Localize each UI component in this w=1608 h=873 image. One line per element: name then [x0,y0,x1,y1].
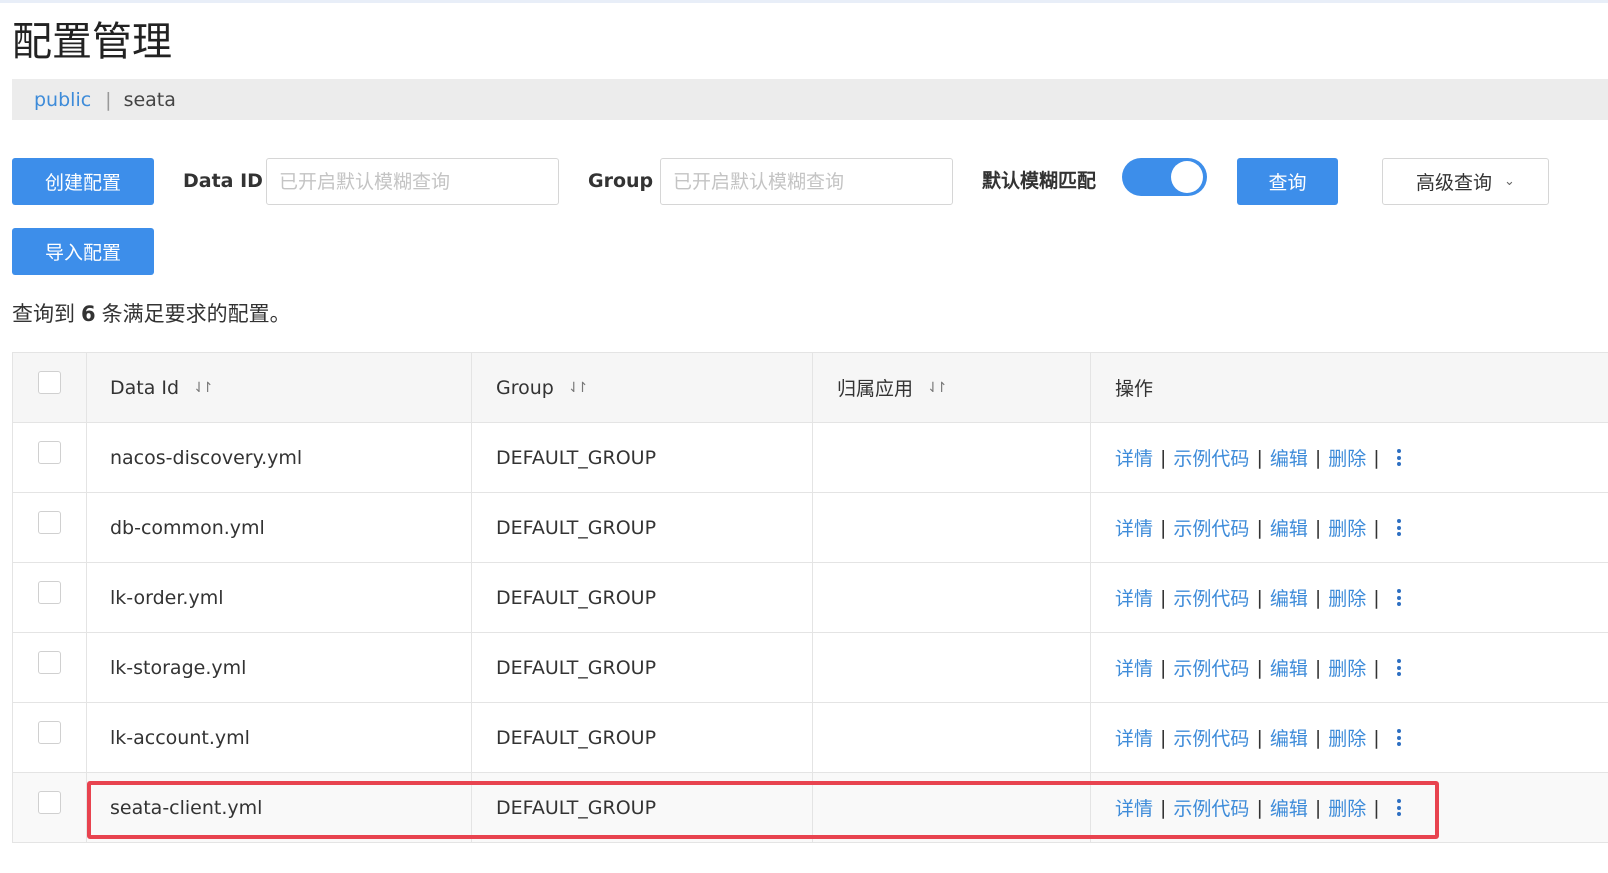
cell-app [813,563,1091,632]
cell-app [813,703,1091,772]
sample-code-link[interactable]: 示例代码 [1173,654,1249,681]
edit-link[interactable]: 编辑 [1270,724,1308,751]
row-checkbox[interactable] [38,791,61,814]
create-config-button[interactable]: 创建配置 [12,158,154,205]
more-options-icon[interactable] [1396,589,1401,606]
more-options-icon[interactable] [1396,519,1401,536]
column-header-group[interactable]: Group ⇃↾ [472,353,813,422]
cell-data-id: db-common.yml [87,493,472,562]
cell-group: DEFAULT_GROUP [472,563,813,632]
breadcrumb-separator: | [105,88,112,111]
cell-group: DEFAULT_GROUP [472,773,813,842]
column-header-app[interactable]: 归属应用 ⇃↾ [813,353,1091,422]
detail-link[interactable]: 详情 [1115,514,1153,541]
row-checkbox[interactable] [38,511,61,534]
sample-code-link[interactable]: 示例代码 [1173,724,1249,751]
cell-group: DEFAULT_GROUP [472,633,813,702]
breadcrumb-current: seata [123,88,176,111]
fuzzy-match-toggle[interactable] [1122,158,1207,196]
table-row: seata-client.yml DEFAULT_GROUP 详情 | 示例代码 | 编… [13,773,1608,843]
cell-data-id: seata-client.yml [87,773,472,842]
row-actions: 详情 | 示例代码 | 编辑 | 删除 | [1091,493,1608,562]
edit-link[interactable]: 编辑 [1270,794,1308,821]
sample-code-link[interactable]: 示例代码 [1173,794,1249,821]
page-title: 配置管理 [12,19,172,65]
table-row: db-common.yml DEFAULT_GROUP 详情 | 示例代码 | 编辑 | 删… [13,493,1608,563]
cell-app [813,423,1091,492]
row-checkbox[interactable] [38,581,61,604]
select-all-checkbox[interactable] [38,371,61,394]
cell-group: DEFAULT_GROUP [472,703,813,772]
table-row: lk-storage.yml DEFAULT_GROUP 详情 | 示例代码 | 编辑 |… [13,633,1608,703]
column-header-data-id[interactable]: Data Id ⇃↾ [87,353,472,422]
cell-data-id: lk-order.yml [87,563,472,632]
table-row: lk-order.yml DEFAULT_GROUP 详情 | 示例代码 | 编辑 | 删除… [13,563,1608,633]
sample-code-link[interactable]: 示例代码 [1173,584,1249,611]
delete-link[interactable]: 删除 [1328,584,1366,611]
cell-data-id: lk-storage.yml [87,633,472,702]
result-count: 6 [81,302,96,326]
detail-link[interactable]: 详情 [1115,654,1153,681]
delete-link[interactable]: 删除 [1328,724,1366,751]
chevron-down-icon: ⌄ [1504,174,1515,189]
more-options-icon[interactable] [1396,729,1401,746]
toggle-knob [1171,161,1203,193]
delete-link[interactable]: 删除 [1328,444,1366,471]
sample-code-link[interactable]: 示例代码 [1173,444,1249,471]
advanced-search-button[interactable]: 高级查询 ⌄ [1382,158,1549,205]
more-options-icon[interactable] [1396,449,1401,466]
breadcrumb: public | seata [12,79,1608,120]
cell-data-id: lk-account.yml [87,703,472,772]
table-header: Data Id ⇃↾ Group ⇃↾ 归属应用 ⇃↾ 操作 [13,353,1608,423]
sort-icon[interactable]: ⇃↾ [927,380,948,396]
sample-code-link[interactable]: 示例代码 [1173,514,1249,541]
row-actions: 详情 | 示例代码 | 编辑 | 删除 | [1091,563,1608,632]
table-row: nacos-discovery.yml DEFAULT_GROUP 详情 | 示例代… [13,423,1608,493]
import-config-button[interactable]: 导入配置 [12,228,154,275]
row-actions: 详情 | 示例代码 | 编辑 | 删除 | [1091,773,1608,842]
sort-icon[interactable]: ⇃↾ [568,380,589,396]
group-input[interactable] [660,158,953,205]
edit-link[interactable]: 编辑 [1270,654,1308,681]
cell-app [813,493,1091,562]
data-id-input[interactable] [266,158,559,205]
row-checkbox[interactable] [38,721,61,744]
advanced-search-label: 高级查询 [1416,172,1493,194]
row-actions: 详情 | 示例代码 | 编辑 | 删除 | [1091,703,1608,772]
group-label: Group [588,170,654,192]
more-options-icon[interactable] [1396,659,1401,676]
row-checkbox[interactable] [38,651,61,674]
detail-link[interactable]: 详情 [1115,794,1153,821]
result-summary-suffix: 条满足要求的配置。 [101,302,291,326]
delete-link[interactable]: 删除 [1328,514,1366,541]
more-options-icon[interactable] [1396,799,1401,816]
column-header-ops: 操作 [1115,378,1154,400]
result-summary-prefix: 查询到 [12,302,75,326]
sort-icon[interactable]: ⇃↾ [193,380,214,396]
table-row: lk-account.yml DEFAULT_GROUP 详情 | 示例代码 | 编辑 |… [13,703,1608,773]
cell-app [813,773,1091,842]
delete-link[interactable]: 删除 [1328,654,1366,681]
result-summary: 查询到 6 条满足要求的配置。 [12,298,291,330]
detail-link[interactable]: 详情 [1115,444,1153,471]
breadcrumb-namespace-link[interactable]: public [34,89,91,111]
row-actions: 详情 | 示例代码 | 编辑 | 删除 | [1091,633,1608,702]
edit-link[interactable]: 编辑 [1270,584,1308,611]
fuzzy-match-label: 默认模糊匹配 [982,170,1097,192]
search-button[interactable]: 查询 [1237,158,1338,205]
data-id-label: Data ID [183,170,263,192]
cell-group: DEFAULT_GROUP [472,423,813,492]
edit-link[interactable]: 编辑 [1270,444,1308,471]
cell-app [813,633,1091,702]
top-border [0,0,1608,3]
detail-link[interactable]: 详情 [1115,724,1153,751]
cell-group: DEFAULT_GROUP [472,493,813,562]
row-checkbox[interactable] [38,441,61,464]
edit-link[interactable]: 编辑 [1270,514,1308,541]
delete-link[interactable]: 删除 [1328,794,1366,821]
row-actions: 详情 | 示例代码 | 编辑 | 删除 | [1091,423,1608,492]
cell-data-id: nacos-discovery.yml [87,423,472,492]
detail-link[interactable]: 详情 [1115,584,1153,611]
config-table: Data Id ⇃↾ Group ⇃↾ 归属应用 ⇃↾ 操作 nacos-discov… [12,352,1608,843]
